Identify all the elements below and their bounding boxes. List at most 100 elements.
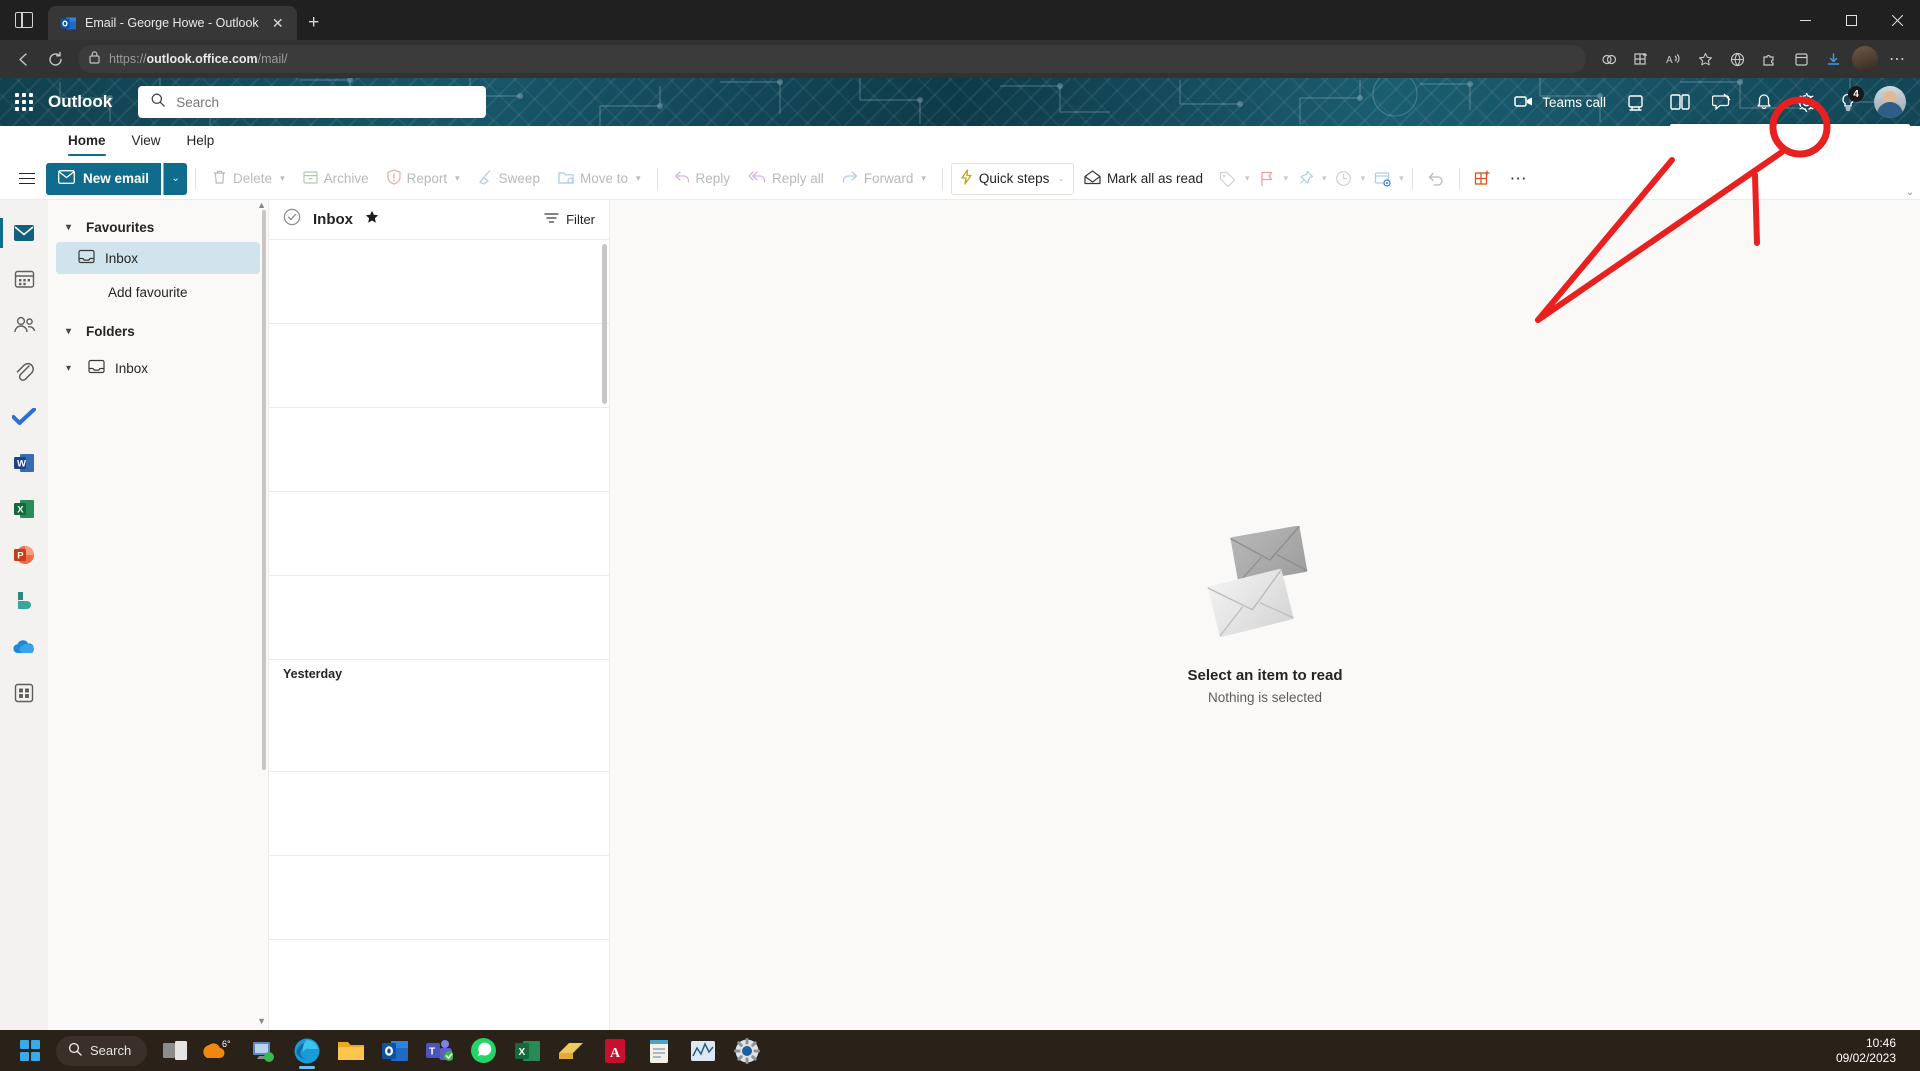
tab-view[interactable]: View: [122, 126, 171, 158]
people-app-icon[interactable]: [0, 302, 48, 348]
list-item[interactable]: [269, 492, 609, 576]
pin-icon[interactable]: [1290, 164, 1320, 194]
powerpoint-app-icon[interactable]: P: [0, 532, 48, 578]
chevron-down-icon[interactable]: ▾: [280, 173, 285, 184]
snooze-clock-icon[interactable]: [1329, 164, 1359, 194]
reply-button[interactable]: Reply: [666, 163, 739, 195]
split-screen-icon[interactable]: [1594, 44, 1624, 74]
rules-icon[interactable]: [1367, 164, 1397, 194]
move-to-button[interactable]: Move to ▾: [550, 163, 649, 195]
folder-scroll-down-arrow[interactable]: ▼: [257, 1016, 266, 1026]
outlook-desktop-icon[interactable]: [373, 1030, 417, 1071]
word-app-icon[interactable]: W: [0, 440, 48, 486]
windows-start-icon[interactable]: [10, 1033, 50, 1069]
collapse-ribbon-icon[interactable]: ⌄: [1906, 187, 1914, 198]
mark-all-as-read-button[interactable]: Mark all as read: [1076, 163, 1211, 195]
new-email-dropdown[interactable]: ⌄: [163, 162, 188, 195]
my-day-icon[interactable]: [1660, 82, 1700, 122]
chevron-down-icon[interactable]: ▾: [66, 326, 78, 337]
account-avatar[interactable]: [1870, 82, 1910, 122]
calendar-app-icon[interactable]: [0, 256, 48, 302]
chevron-down-icon[interactable]: ▾: [1361, 173, 1366, 184]
taskbar-search-box[interactable]: Search: [56, 1035, 148, 1066]
tips-lightbulb-icon[interactable]: 4: [1828, 82, 1868, 122]
downloads-icon[interactable]: [1818, 44, 1848, 74]
calendar-notification-toast[interactable]: Auditorium Check Tomorrow 08:00 Auditori…: [1670, 124, 1910, 126]
forward-button[interactable]: Forward ▾: [834, 163, 934, 195]
chevron-down-icon[interactable]: ▾: [1245, 173, 1250, 184]
list-item[interactable]: [269, 408, 609, 492]
chevron-down-icon[interactable]: ⌄: [1057, 173, 1065, 184]
collections-grid-icon[interactable]: [1626, 44, 1656, 74]
hamburger-menu-icon[interactable]: [10, 163, 44, 195]
message-list-body[interactable]: Yesterday: [269, 240, 609, 1030]
browser-essentials-icon[interactable]: [1722, 44, 1752, 74]
sidebar-item-inbox-favourite[interactable]: Inbox: [56, 242, 260, 274]
weather-widget-icon[interactable]: 6°: [197, 1030, 241, 1071]
settings-app-icon[interactable]: [725, 1030, 769, 1071]
teams-icon[interactable]: T: [417, 1030, 461, 1071]
files-attachments-icon[interactable]: [0, 348, 48, 394]
excel-desktop-icon[interactable]: X: [505, 1030, 549, 1071]
minimize-button[interactable]: [1782, 0, 1828, 40]
new-tab-button[interactable]: +: [297, 6, 331, 40]
tab-help[interactable]: Help: [177, 126, 225, 158]
extensions-icon[interactable]: [1754, 44, 1784, 74]
list-item[interactable]: [269, 240, 609, 324]
select-all-circle-icon[interactable]: [283, 208, 301, 231]
list-item[interactable]: [269, 856, 609, 940]
chevron-down-icon[interactable]: ▾: [636, 173, 641, 184]
bookings-app-icon[interactable]: [0, 578, 48, 624]
address-bar[interactable]: https://outlook.office.com/mail/: [78, 45, 1586, 73]
remote-desktop-icon[interactable]: [241, 1030, 285, 1071]
chevron-down-icon[interactable]: ▾: [1284, 173, 1289, 184]
maximize-button[interactable]: [1828, 0, 1874, 40]
list-item[interactable]: [269, 324, 609, 408]
list-item[interactable]: [269, 688, 609, 772]
chevron-down-icon[interactable]: ▾: [1399, 173, 1404, 184]
chevron-down-icon[interactable]: ▾: [66, 222, 78, 233]
overflow-ellipsis-icon[interactable]: ⋯: [1500, 163, 1537, 195]
sticky-notes-icon[interactable]: [549, 1030, 593, 1071]
flag-icon[interactable]: [1252, 164, 1282, 194]
list-item[interactable]: [269, 772, 609, 856]
add-favourite-button[interactable]: Add favourite: [56, 276, 260, 308]
filter-button[interactable]: Filter: [544, 212, 595, 227]
file-explorer-icon[interactable]: [329, 1030, 373, 1071]
app-launcher-icon[interactable]: [0, 78, 48, 126]
edge-browser-icon[interactable]: [285, 1030, 329, 1071]
undo-icon[interactable]: [1421, 164, 1451, 194]
folders-group-header[interactable]: ▾ Folders: [56, 316, 260, 346]
back-icon[interactable]: [8, 44, 38, 74]
more-apps-icon[interactable]: [0, 670, 48, 716]
notifications-bell-icon[interactable]: [1744, 82, 1784, 122]
performance-monitor-icon[interactable]: [681, 1030, 725, 1071]
chevron-down-icon[interactable]: ▾: [66, 363, 78, 374]
chevron-down-icon[interactable]: ▾: [921, 173, 926, 184]
chevron-down-icon[interactable]: ▾: [455, 173, 460, 184]
collections-icon[interactable]: [1786, 44, 1816, 74]
star-filled-icon[interactable]: [365, 210, 379, 229]
browser-profile-avatar[interactable]: [1850, 44, 1880, 74]
search-input[interactable]: [176, 94, 475, 110]
quick-steps-button[interactable]: Quick steps ⌄: [950, 162, 1074, 195]
sidebar-item-inbox-folder[interactable]: ▾ Inbox: [56, 352, 260, 384]
favorites-star-icon[interactable]: [1690, 44, 1720, 74]
notepad-icon[interactable]: [637, 1030, 681, 1071]
folder-scroll-up-arrow[interactable]: ▲: [257, 200, 266, 210]
delete-button[interactable]: Delete ▾: [204, 163, 293, 195]
reload-icon[interactable]: [40, 44, 70, 74]
whatsapp-icon[interactable]: [461, 1030, 505, 1071]
todo-app-icon[interactable]: [0, 394, 48, 440]
taskbar-clock[interactable]: 10:46 09/02/2023: [1836, 1036, 1910, 1066]
new-email-button[interactable]: New email: [46, 162, 162, 195]
report-button[interactable]: Report ▾: [379, 163, 468, 195]
browser-settings-more-icon[interactable]: ⋯: [1882, 44, 1912, 74]
reply-all-button[interactable]: Reply all: [740, 163, 832, 195]
tab-home[interactable]: Home: [58, 126, 116, 158]
tag-icon[interactable]: [1213, 164, 1243, 194]
chevron-down-icon[interactable]: ▾: [1322, 173, 1327, 184]
excel-app-icon[interactable]: X: [0, 486, 48, 532]
onedrive-app-icon[interactable]: [0, 624, 48, 670]
browser-tab[interactable]: Email - George Howe - Outlook ✕: [48, 6, 297, 40]
